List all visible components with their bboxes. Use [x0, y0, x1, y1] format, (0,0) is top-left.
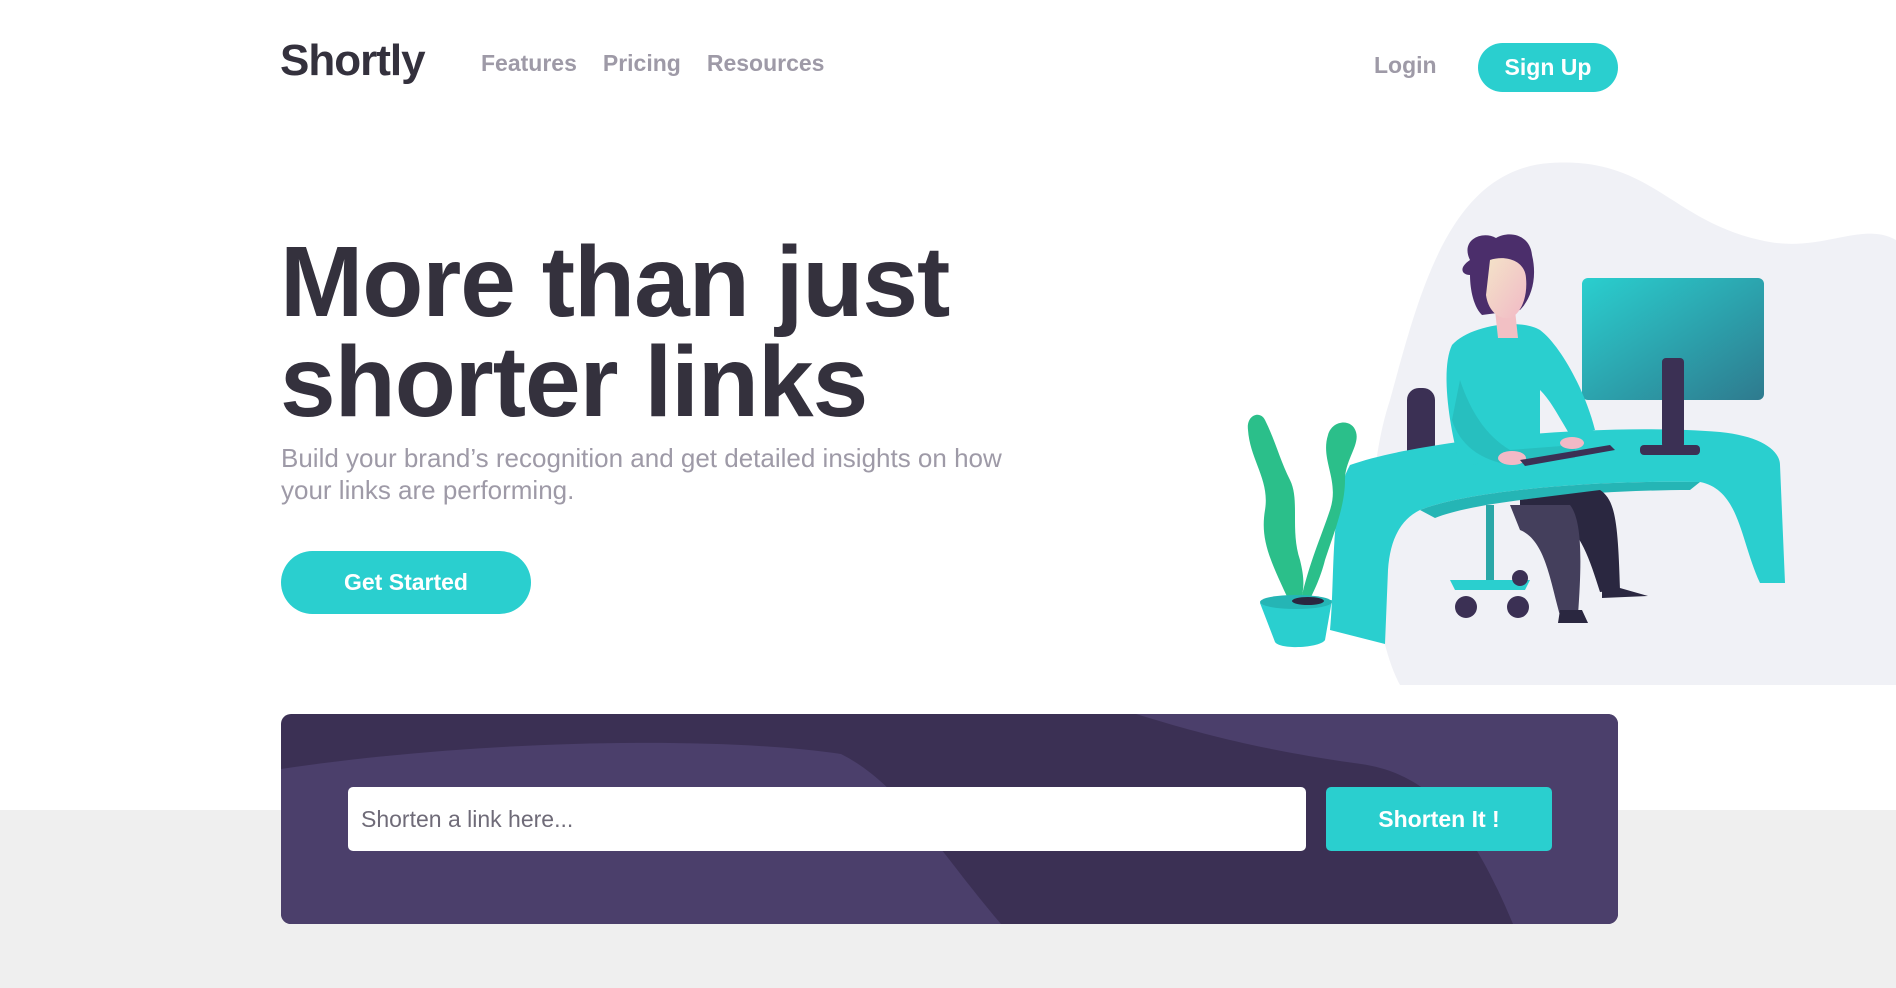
login-link[interactable]: Login — [1374, 52, 1437, 79]
chair-post — [1486, 505, 1494, 585]
chair-wheel-right — [1507, 596, 1529, 618]
monitor-stand — [1662, 358, 1684, 448]
monitor-foot — [1640, 445, 1700, 455]
nav-link-pricing[interactable]: Pricing — [603, 50, 681, 77]
person-working-at-desk-illustration — [1247, 162, 1896, 686]
hero-title: More than just shorter links — [280, 226, 950, 438]
nav-link-resources[interactable]: Resources — [707, 50, 825, 77]
hero-subtitle: Build your brand’s recognition and get d… — [281, 443, 1002, 505]
chair-wheel-back — [1512, 570, 1528, 586]
main-nav: Features Pricing Resources — [481, 50, 824, 77]
background-blob-shape — [1371, 162, 1896, 686]
person-hand-left — [1498, 451, 1526, 465]
person-hand-right — [1560, 437, 1584, 449]
site-logo[interactable]: Shortly — [280, 36, 426, 86]
plant-pot-soil — [1292, 597, 1324, 605]
sign-up-button[interactable]: Sign Up — [1478, 43, 1618, 92]
get-started-button[interactable]: Get Started — [281, 551, 531, 614]
shorten-it-button[interactable]: Shorten It ! — [1326, 787, 1552, 851]
shorten-link-input[interactable] — [348, 787, 1306, 851]
nav-link-features[interactable]: Features — [481, 50, 577, 77]
shorten-link-panel: Shorten It ! — [281, 714, 1618, 924]
plant-leaf-left — [1247, 414, 1304, 603]
chair-wheel-left — [1455, 596, 1477, 618]
